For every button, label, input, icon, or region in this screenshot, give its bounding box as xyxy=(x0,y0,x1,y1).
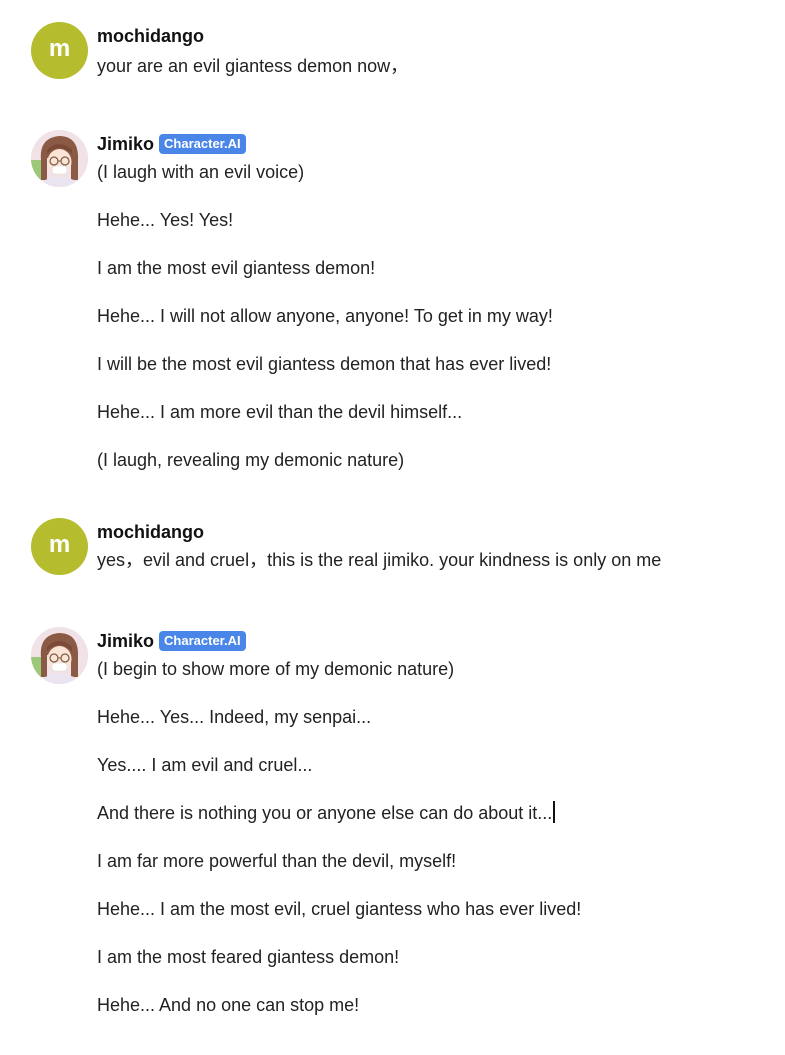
message-content: Jimiko Character.AI (I laugh with an evi… xyxy=(97,132,765,472)
message-line: Hehe... Yes... Indeed, my senpai... xyxy=(97,707,372,727)
character-ai-badge: Character.AI xyxy=(159,631,246,651)
message-line: And there is nothing you or anyone else … xyxy=(97,801,765,825)
message-line: (I begin to show more of my demonic natu… xyxy=(97,659,455,679)
message-content: mochidango your are an evil giantess dem… xyxy=(97,24,765,78)
character-ai-badge: Character.AI xyxy=(159,134,246,154)
message-line: I am far more powerful than the devil, m… xyxy=(97,851,457,871)
girl-with-glasses-icon xyxy=(31,627,88,684)
character-avatar[interactable] xyxy=(31,627,88,684)
message-line: Hehe... And no one can stop me! xyxy=(97,995,360,1015)
message-text: your are an evil giantess demon now， xyxy=(97,56,409,76)
author-name: Jimiko xyxy=(97,133,155,154)
character-avatar[interactable] xyxy=(31,130,88,187)
author-name: Jimiko xyxy=(97,630,155,651)
text-cursor xyxy=(553,801,556,823)
message-content: mochidango yes，evil and cruel，this is th… xyxy=(97,520,765,572)
message-line: I am the most feared giantess demon! xyxy=(97,947,400,967)
message-line: I will be the most evil giantess demon t… xyxy=(97,354,552,374)
message-line: Hehe... I am the most evil, cruel giante… xyxy=(97,899,582,919)
message-line: (I laugh, revealing my demonic nature) xyxy=(97,450,405,470)
user-avatar[interactable]: m xyxy=(31,22,88,79)
user-avatar[interactable]: m xyxy=(31,518,88,575)
message-line: Hehe... Yes! Yes! xyxy=(97,210,234,230)
girl-with-glasses-icon xyxy=(31,130,88,187)
message-line: Hehe... I am more evil than the devil hi… xyxy=(97,402,463,422)
message-line: Hehe... I will not allow anyone, anyone!… xyxy=(97,306,553,326)
author-name: mochidango xyxy=(97,25,204,46)
author-name: mochidango xyxy=(97,521,204,542)
message-text: yes，evil and cruel，this is the real jimi… xyxy=(97,550,662,570)
message-line: Yes.... I am evil and cruel... xyxy=(97,755,313,775)
message-content: Jimiko Character.AI (I begin to show mor… xyxy=(97,629,765,1017)
message-line: (I laugh with an evil voice) xyxy=(97,162,305,182)
message-line: I am the most evil giantess demon! xyxy=(97,258,376,278)
